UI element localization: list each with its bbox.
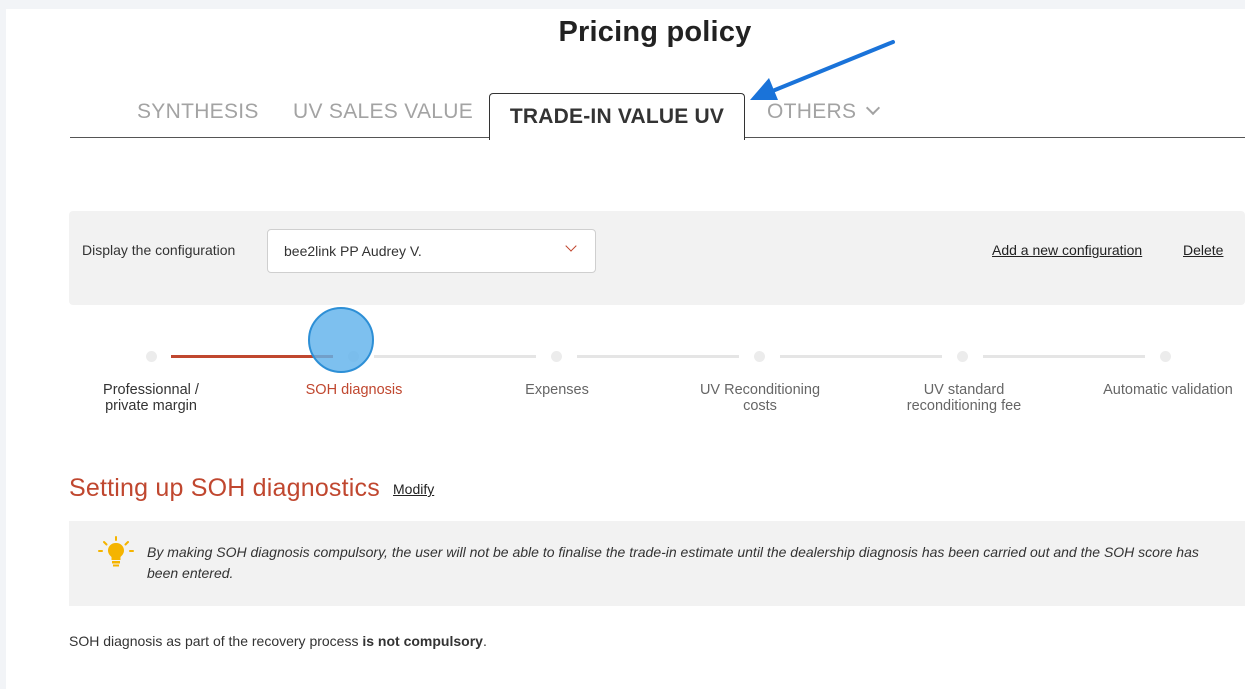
step-dot-3 bbox=[551, 351, 562, 362]
step-professional-margin[interactable]: Professionnal / private margin bbox=[86, 382, 216, 414]
configuration-label: Display the configuration bbox=[82, 242, 236, 258]
click-indicator bbox=[308, 307, 374, 373]
step-dot-6 bbox=[1160, 351, 1171, 362]
step-connector-4 bbox=[780, 354, 942, 358]
window-left-edge bbox=[0, 0, 6, 689]
lightbulb-icon bbox=[98, 536, 134, 567]
configuration-select-value: bee2link PP Audrey V. bbox=[284, 243, 422, 259]
annotation-arrow-icon bbox=[750, 40, 895, 100]
step-dot-1 bbox=[146, 351, 157, 362]
configuration-panel: Display the configuration bee2link PP Au… bbox=[69, 211, 1245, 305]
delete-configuration-link[interactable]: Delete bbox=[1183, 242, 1223, 258]
step-soh-diagnosis[interactable]: SOH diagnosis bbox=[294, 382, 414, 398]
tab-trade-in-value-uv[interactable]: TRADE-IN VALUE UV bbox=[489, 93, 745, 140]
soh-status-text: SOH diagnosis as part of the recovery pr… bbox=[69, 633, 487, 649]
window-top-edge bbox=[0, 0, 1245, 9]
info-box: By making SOH diagnosis compulsory, the … bbox=[69, 521, 1245, 606]
tab-synthesis[interactable]: SYNTHESIS bbox=[137, 100, 259, 124]
soh-status-prefix: SOH diagnosis as part of the recovery pr… bbox=[69, 633, 363, 649]
step-connector-2 bbox=[374, 354, 536, 358]
step-connector-5 bbox=[983, 354, 1145, 358]
modify-link[interactable]: Modify bbox=[393, 481, 434, 497]
add-configuration-link[interactable]: Add a new configuration bbox=[992, 242, 1142, 258]
tab-uv-sales-value[interactable]: UV SALES VALUE bbox=[293, 100, 473, 124]
soh-status-value: is not compulsory bbox=[362, 633, 483, 649]
info-text: By making SOH diagnosis compulsory, the … bbox=[147, 544, 1199, 581]
step-uv-reconditioning-costs[interactable]: UV Reconditioning costs bbox=[690, 382, 830, 414]
chevron-down-icon bbox=[565, 240, 577, 252]
step-expenses[interactable]: Expenses bbox=[507, 382, 607, 398]
step-automatic-validation[interactable]: Automatic validation bbox=[1091, 382, 1245, 398]
soh-status-suffix: . bbox=[482, 633, 487, 649]
page-title: Pricing policy bbox=[558, 16, 752, 48]
configuration-select[interactable]: bee2link PP Audrey V. bbox=[267, 229, 596, 273]
step-dot-5 bbox=[957, 351, 968, 362]
step-dot-4 bbox=[754, 351, 765, 362]
step-uv-standard-reconditioning-fee[interactable]: UV standard reconditioning fee bbox=[898, 382, 1030, 414]
section-title: Setting up SOH diagnostics bbox=[69, 474, 380, 502]
step-connector-3 bbox=[577, 354, 739, 358]
step-connector-1 bbox=[171, 354, 333, 358]
